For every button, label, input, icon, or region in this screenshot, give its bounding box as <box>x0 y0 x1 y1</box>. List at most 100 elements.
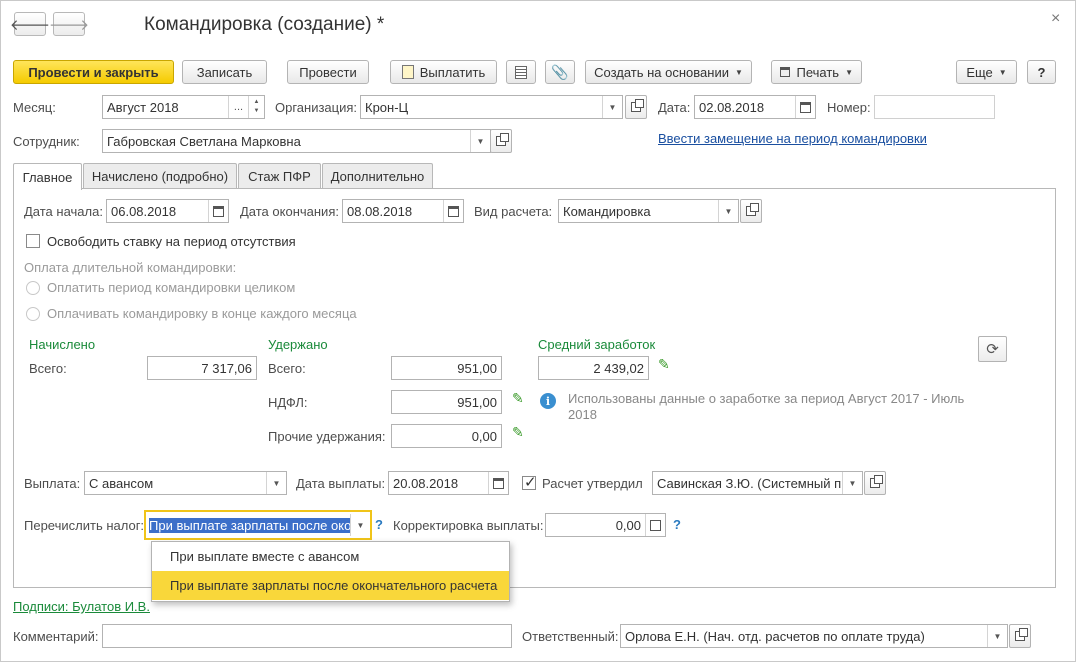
chevron-down-icon: ▼ <box>845 67 853 77</box>
tab-additional[interactable]: Дополнительно <box>322 163 433 189</box>
tab-accrued-detail[interactable]: Начислено (подробно) <box>83 163 237 189</box>
date-field[interactable]: 02.08.2018 <box>694 95 816 119</box>
post-label: Провести <box>299 64 357 80</box>
print-label: Печать <box>796 64 840 80</box>
comment-label: Комментарий: <box>13 629 99 644</box>
calc-type-value: Командировка <box>563 203 651 219</box>
comment-field[interactable] <box>102 624 512 648</box>
month-spinner[interactable]: ▲ ▼ <box>248 96 264 118</box>
back-button[interactable]: 🡐 <box>10 12 50 36</box>
chevron-down-icon[interactable]: ▼ <box>470 130 490 152</box>
edit-ndfl-icon[interactable]: ✎ <box>512 390 524 407</box>
approved-by-open-button[interactable] <box>864 471 886 495</box>
calc-type-open-button[interactable] <box>740 199 762 223</box>
employee-value: Габровская Светлана Марковна <box>107 133 301 149</box>
chevron-down-icon[interactable]: ▼ <box>266 472 286 494</box>
refresh-icon: ⟳ <box>986 341 999 358</box>
tab-main[interactable]: Главное <box>13 163 82 190</box>
chevron-down-icon[interactable]: ▼ <box>350 514 370 536</box>
chevron-down-icon[interactable]: ▼ <box>718 200 738 222</box>
number-label: Номер: <box>827 100 871 115</box>
pay-date-field[interactable]: 20.08.2018 <box>388 471 509 495</box>
long-trip-label: Оплата длительной командировки: <box>24 260 237 275</box>
calendar-icon[interactable] <box>795 96 815 118</box>
org-field[interactable]: Крон-Ц ▼ <box>360 95 623 119</box>
calendar-icon[interactable] <box>208 200 228 222</box>
tab-additional-label: Дополнительно <box>330 169 425 184</box>
number-field[interactable] <box>874 95 995 119</box>
correction-value: 0,00 <box>615 517 641 533</box>
tax-transfer-field[interactable]: При выплате зарплаты после око ▼ <box>144 510 372 540</box>
other-deductions-value: 0,00 <box>471 428 497 444</box>
responsible-field[interactable]: Орлова Е.Н. (Нач. отд. расчетов по оплат… <box>620 624 1008 648</box>
tab-pfr-experience-label: Стаж ПФР <box>248 169 311 184</box>
chevron-down-icon[interactable]: ▼ <box>602 96 622 118</box>
correction-field[interactable]: 0,00 <box>545 513 666 537</box>
chevron-down-icon[interactable]: ▼ <box>842 472 862 494</box>
correction-help-icon[interactable]: ? <box>673 517 681 532</box>
start-date-field[interactable]: 06.08.2018 <box>106 199 229 223</box>
register-button[interactable] <box>506 60 536 84</box>
org-open-button[interactable] <box>625 95 647 119</box>
tax-transfer-selected-text: При выплате зарплаты после око <box>149 517 350 533</box>
post-and-close-button[interactable]: Провести и закрыть <box>13 60 174 84</box>
pay-button[interactable]: Выплатить <box>390 60 497 84</box>
post-button[interactable]: Провести <box>287 60 369 84</box>
date-label: Дата: <box>658 100 691 115</box>
other-deductions-label: Прочие удержания: <box>268 429 386 444</box>
edit-avg-earnings-icon[interactable]: ✎ <box>658 356 670 373</box>
calendar-icon[interactable] <box>443 200 463 222</box>
month-select-button[interactable]: ... <box>228 96 248 118</box>
month-label: Месяц: <box>13 100 56 115</box>
free-rate-checkbox[interactable] <box>26 234 40 248</box>
end-date-field[interactable]: 08.08.2018 <box>342 199 464 223</box>
employee-field[interactable]: Габровская Светлана Марковна ▼ <box>102 129 491 153</box>
chevron-down-icon[interactable]: ▼ <box>987 625 1007 647</box>
save-button[interactable]: Записать <box>182 60 267 84</box>
tax-help-icon[interactable]: ? <box>375 517 383 532</box>
create-based-button[interactable]: Создать на основании ▼ <box>585 60 752 84</box>
open-icon <box>1015 628 1028 641</box>
dropdown-option-after-final[interactable]: При выплате зарплаты после окончательног… <box>152 571 509 600</box>
pay-date-label: Дата выплаты: <box>296 476 386 491</box>
tax-transfer-label: Перечислить налог: <box>24 518 145 533</box>
calculator-icon[interactable] <box>645 514 665 536</box>
calc-type-field[interactable]: Командировка ▼ <box>558 199 739 223</box>
dropdown-option-with-advance[interactable]: При выплате вместе с авансом <box>152 542 509 571</box>
signatures-link[interactable]: Подписи: Булатов И.В. <box>13 599 150 614</box>
print-button[interactable]: Печать ▼ <box>771 60 862 84</box>
chevron-down-icon: ▼ <box>998 67 1007 77</box>
month-field[interactable]: Август 2018 ... ▲ ▼ <box>102 95 265 119</box>
help-button[interactable]: ? <box>1027 60 1056 84</box>
attach-button[interactable]: 📎 <box>545 60 575 84</box>
close-icon[interactable]: × <box>1051 10 1060 28</box>
responsible-open-button[interactable] <box>1009 624 1031 648</box>
spin-down-icon: ▼ <box>253 108 260 114</box>
radio-pay-monthly[interactable] <box>26 307 40 321</box>
refresh-button[interactable]: ⟳ <box>978 336 1007 362</box>
chevron-down-icon: ▼ <box>734 67 743 77</box>
radio-pay-monthly-label: Оплачивать командировку в конце каждого … <box>47 306 357 321</box>
tab-accrued-detail-label: Начислено (подробно) <box>91 169 229 184</box>
withheld-total-label: Всего: <box>268 361 306 376</box>
help-label: ? <box>1037 64 1046 80</box>
replacement-link[interactable]: Ввести замещение на период командировки <box>658 131 927 146</box>
create-based-label: Создать на основании <box>594 64 729 80</box>
calc-type-label: Вид расчета: <box>474 204 553 219</box>
more-button[interactable]: Еще ▼ <box>956 60 1017 84</box>
employee-open-button[interactable] <box>490 129 512 153</box>
avg-earnings-field: 2 439,02 <box>538 356 649 380</box>
radio-pay-whole[interactable] <box>26 281 40 295</box>
pay-date-value: 20.08.2018 <box>393 475 459 491</box>
tab-pfr-experience[interactable]: Стаж ПФР <box>238 163 321 189</box>
approved-checkbox[interactable] <box>522 473 537 491</box>
edit-other-deductions-icon[interactable]: ✎ <box>512 424 524 441</box>
start-date-value: 06.08.2018 <box>111 203 177 219</box>
forward-button[interactable]: 🡒 <box>49 12 89 36</box>
date-value: 02.08.2018 <box>699 99 765 115</box>
calendar-icon[interactable] <box>488 472 508 494</box>
info-icon: i <box>540 393 556 409</box>
payment-field[interactable]: С авансом ▼ <box>84 471 287 495</box>
payment-label: Выплата: <box>24 476 81 491</box>
approved-by-field[interactable]: Савинская З.Ю. (Системный п ▼ <box>652 471 863 495</box>
